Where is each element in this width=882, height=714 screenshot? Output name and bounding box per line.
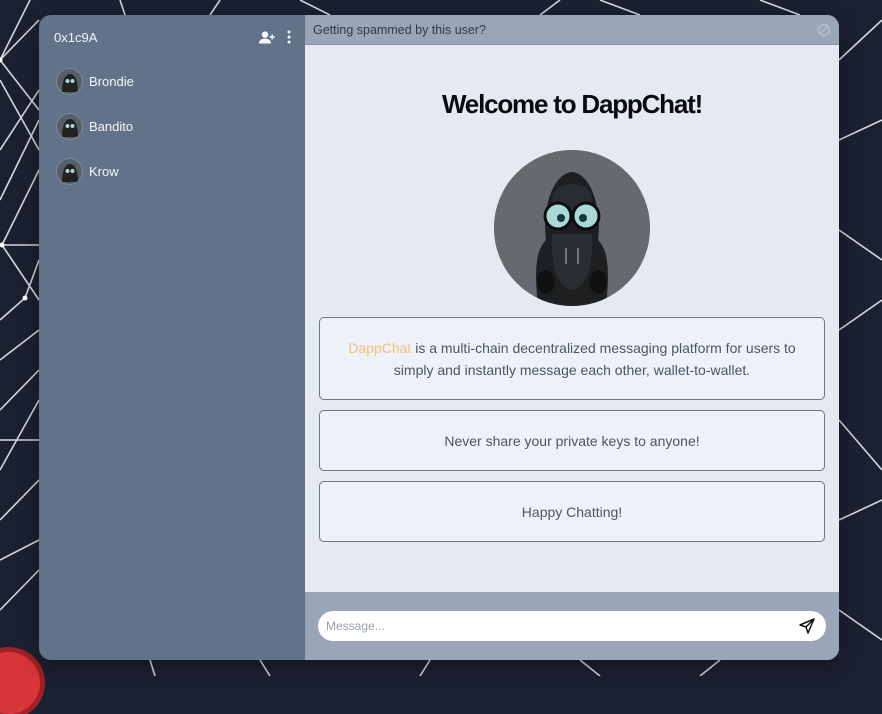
security-tip-card: Never share your private keys to anyone! [319,410,825,471]
spam-report-text: Getting spammed by this user? [313,22,486,37]
intro-text: DappChat is a multi-chain decentralized … [348,339,796,378]
contact-name: Brondie [89,73,134,89]
contact-item-bandito[interactable]: Bandito [39,106,305,146]
security-tip-text: Never share your private keys to anyone! [444,432,700,449]
chat-window: 0x1c9A Brondie Bandito Krow Getting spam… [39,15,839,660]
spam-report-bar: Getting spammed by this user? [305,15,839,45]
avatar [56,157,83,185]
contact-item-brondie[interactable]: Brondie [39,61,305,101]
vertical-dots-icon[interactable] [287,30,291,44]
hooded-character-image [494,150,650,306]
add-user-icon[interactable] [259,30,275,44]
sidebar-header: 0x1c9A [39,15,305,59]
greeting-text: Happy Chatting! [521,503,623,520]
block-icon[interactable] [817,23,831,37]
greeting-card: Happy Chatting! [319,481,825,542]
sidebar: 0x1c9A Brondie Bandito Krow [39,15,305,660]
message-box [318,611,826,641]
welcome-section: Welcome to DappChat! DappChat is a multi… [305,45,839,592]
avatar [56,67,83,95]
chat-panel: Getting spammed by this user? Welcome to… [305,15,839,660]
welcome-title: Welcome to DappChat! [441,89,703,119]
message-input[interactable] [324,618,796,634]
contact-item-krow[interactable]: Krow [39,151,305,191]
send-icon[interactable] [796,615,818,637]
account-address: 0x1c9A [54,29,98,45]
contact-name: Bandito [89,118,134,134]
brand-name: DappChat [348,339,412,356]
message-composer [305,592,839,660]
avatar [56,112,83,140]
contact-name: Krow [89,163,119,179]
intro-card: DappChat is a multi-chain decentralized … [319,317,825,400]
